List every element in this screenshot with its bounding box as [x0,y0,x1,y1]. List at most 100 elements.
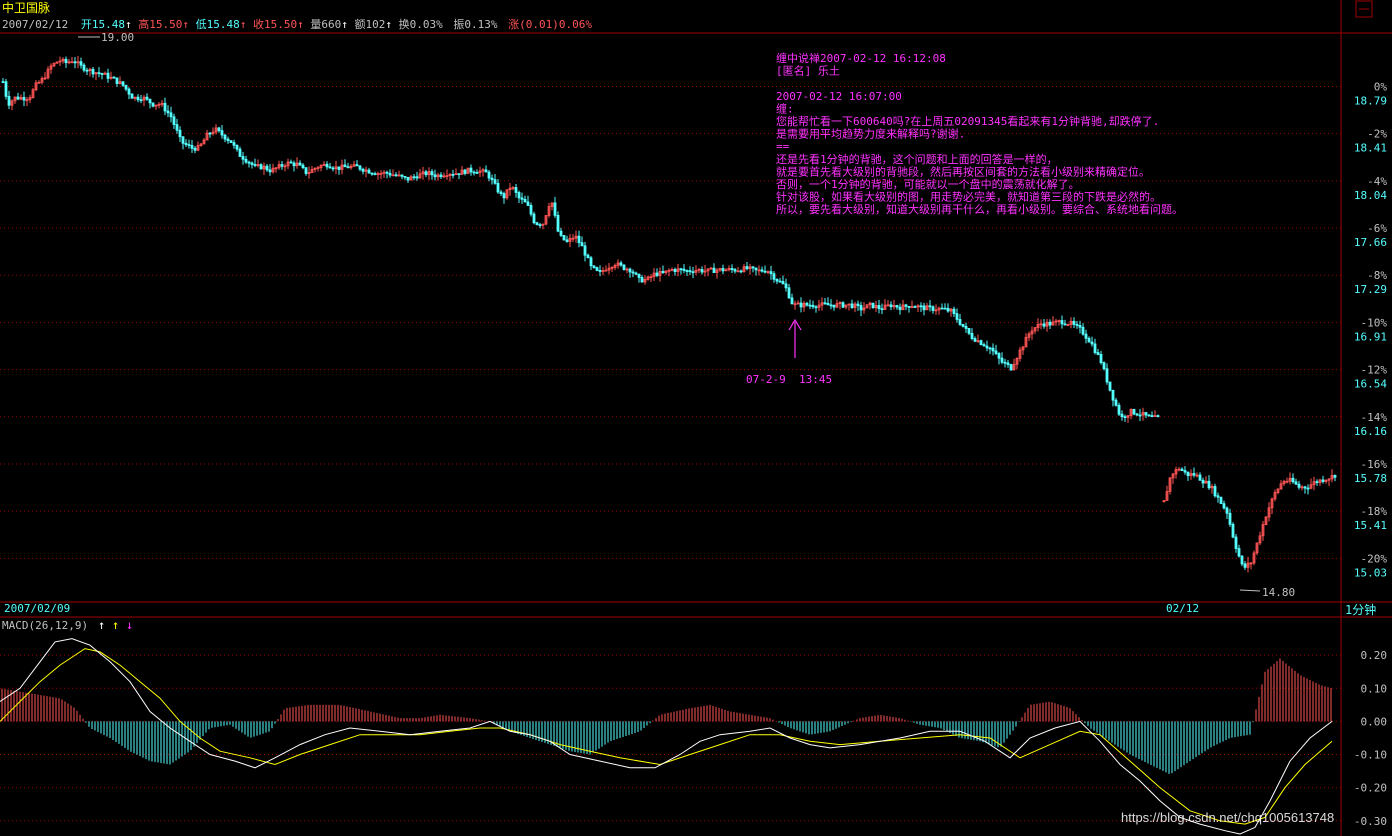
amount-value: 102 [365,18,385,31]
candle-body [1135,413,1139,416]
candle-body [997,353,1001,359]
close-arrow: ↑ [297,18,304,31]
candle-body [4,81,8,97]
candle-body [940,307,944,310]
pct-tick-label: -6% [1367,222,1387,235]
candle-body [1123,416,1127,419]
candle-body [712,267,716,274]
candle-body [130,93,134,99]
candle-body [577,235,581,244]
macd-tick-label: -0.20 [1354,782,1387,795]
pct-tick-label: -14% [1361,411,1388,424]
candle-body [1186,471,1190,477]
candle-body [430,171,434,176]
interval-label[interactable]: 1分钟 [1345,602,1376,617]
amplitude-value: 0.13% [464,18,497,31]
candle-body [1180,468,1184,471]
candle-body [754,267,758,271]
turnover-label: 换 [399,17,410,31]
candle-body [496,182,500,193]
macd-tick-label: 0.20 [1361,649,1388,662]
candle-body [151,102,155,107]
candle-body [517,192,521,199]
annotation-line: [匿名] 乐土 [776,64,840,78]
x-label-end: 02/12 [1166,602,1199,615]
candle-body [1183,470,1187,473]
candle-body [1150,415,1154,418]
candle-body [388,172,392,176]
price-tick-label: 16.54 [1354,378,1387,391]
candle-body [682,268,686,271]
candle-body [523,198,527,203]
candle-body [97,72,101,75]
candle-body [628,268,632,273]
pct-tick-label: -12% [1361,364,1388,377]
candle-body [946,307,950,312]
max-marker: 19.00 [101,31,134,44]
candle-body [493,179,497,184]
candle-body [472,171,476,174]
candle-body [1111,389,1115,401]
candle-body [991,347,995,352]
candle-body [619,262,623,266]
candle-body [841,302,845,308]
candle-body [928,305,932,308]
candle-body [433,174,437,178]
candle-body [1333,474,1337,478]
candle-body [184,142,188,145]
price-tick-label: 16.16 [1354,425,1387,438]
candle-body [229,140,233,143]
candle-body [1060,320,1064,325]
candle-body [178,129,182,138]
candle-body [988,347,992,350]
candle-body [790,297,794,305]
low-value: 15.48 [207,18,240,31]
candle-body [223,134,227,140]
candle-body [1006,362,1010,365]
watermark: https://blog.csdn.net/chq1005613748 [1121,810,1334,825]
candle-body [961,323,965,327]
candle-body [922,305,926,311]
candle-body [7,95,11,106]
candle-body [415,176,419,179]
candle-body [1306,487,1310,490]
candle-body [685,270,689,272]
candle-body [121,81,125,86]
candle-body [808,304,812,307]
candle-body [1042,323,1046,327]
candle-body [487,171,491,179]
candle-body [22,97,26,101]
pct-tick-label: -8% [1367,269,1387,282]
high-arrow: ↑ [182,18,189,31]
candle-body [1099,354,1103,364]
candle-body [127,88,131,95]
candle-body [1297,483,1301,488]
candle-body [1321,479,1325,482]
open-arrow: ↑ [125,18,132,31]
price-tick-label: 15.78 [1354,472,1387,485]
candle-body [553,202,557,216]
candle-body [343,164,347,168]
pct-tick-label: 0% [1374,80,1388,93]
candle-body [148,98,152,104]
candle-body [907,305,911,308]
candle-body [745,266,749,270]
candle-body [475,172,479,174]
candle-body [1303,486,1307,489]
candle-body [325,163,329,168]
price-tick-label: 15.03 [1354,566,1387,579]
candle-body [499,191,503,194]
candle-body [1156,415,1160,417]
candle-body [304,167,308,174]
candle-body [760,269,764,272]
candle-body [598,270,602,272]
arrow-label: 07-2-9 13:45 [746,373,832,386]
candle-body [805,302,809,306]
high-label: 高 [138,17,149,31]
volume-arrow: ↑ [341,18,348,31]
candle-body [889,304,893,308]
candle-body [826,303,830,306]
candle-body [520,197,524,200]
candle-body [1078,325,1082,328]
candle-body [1294,481,1298,485]
